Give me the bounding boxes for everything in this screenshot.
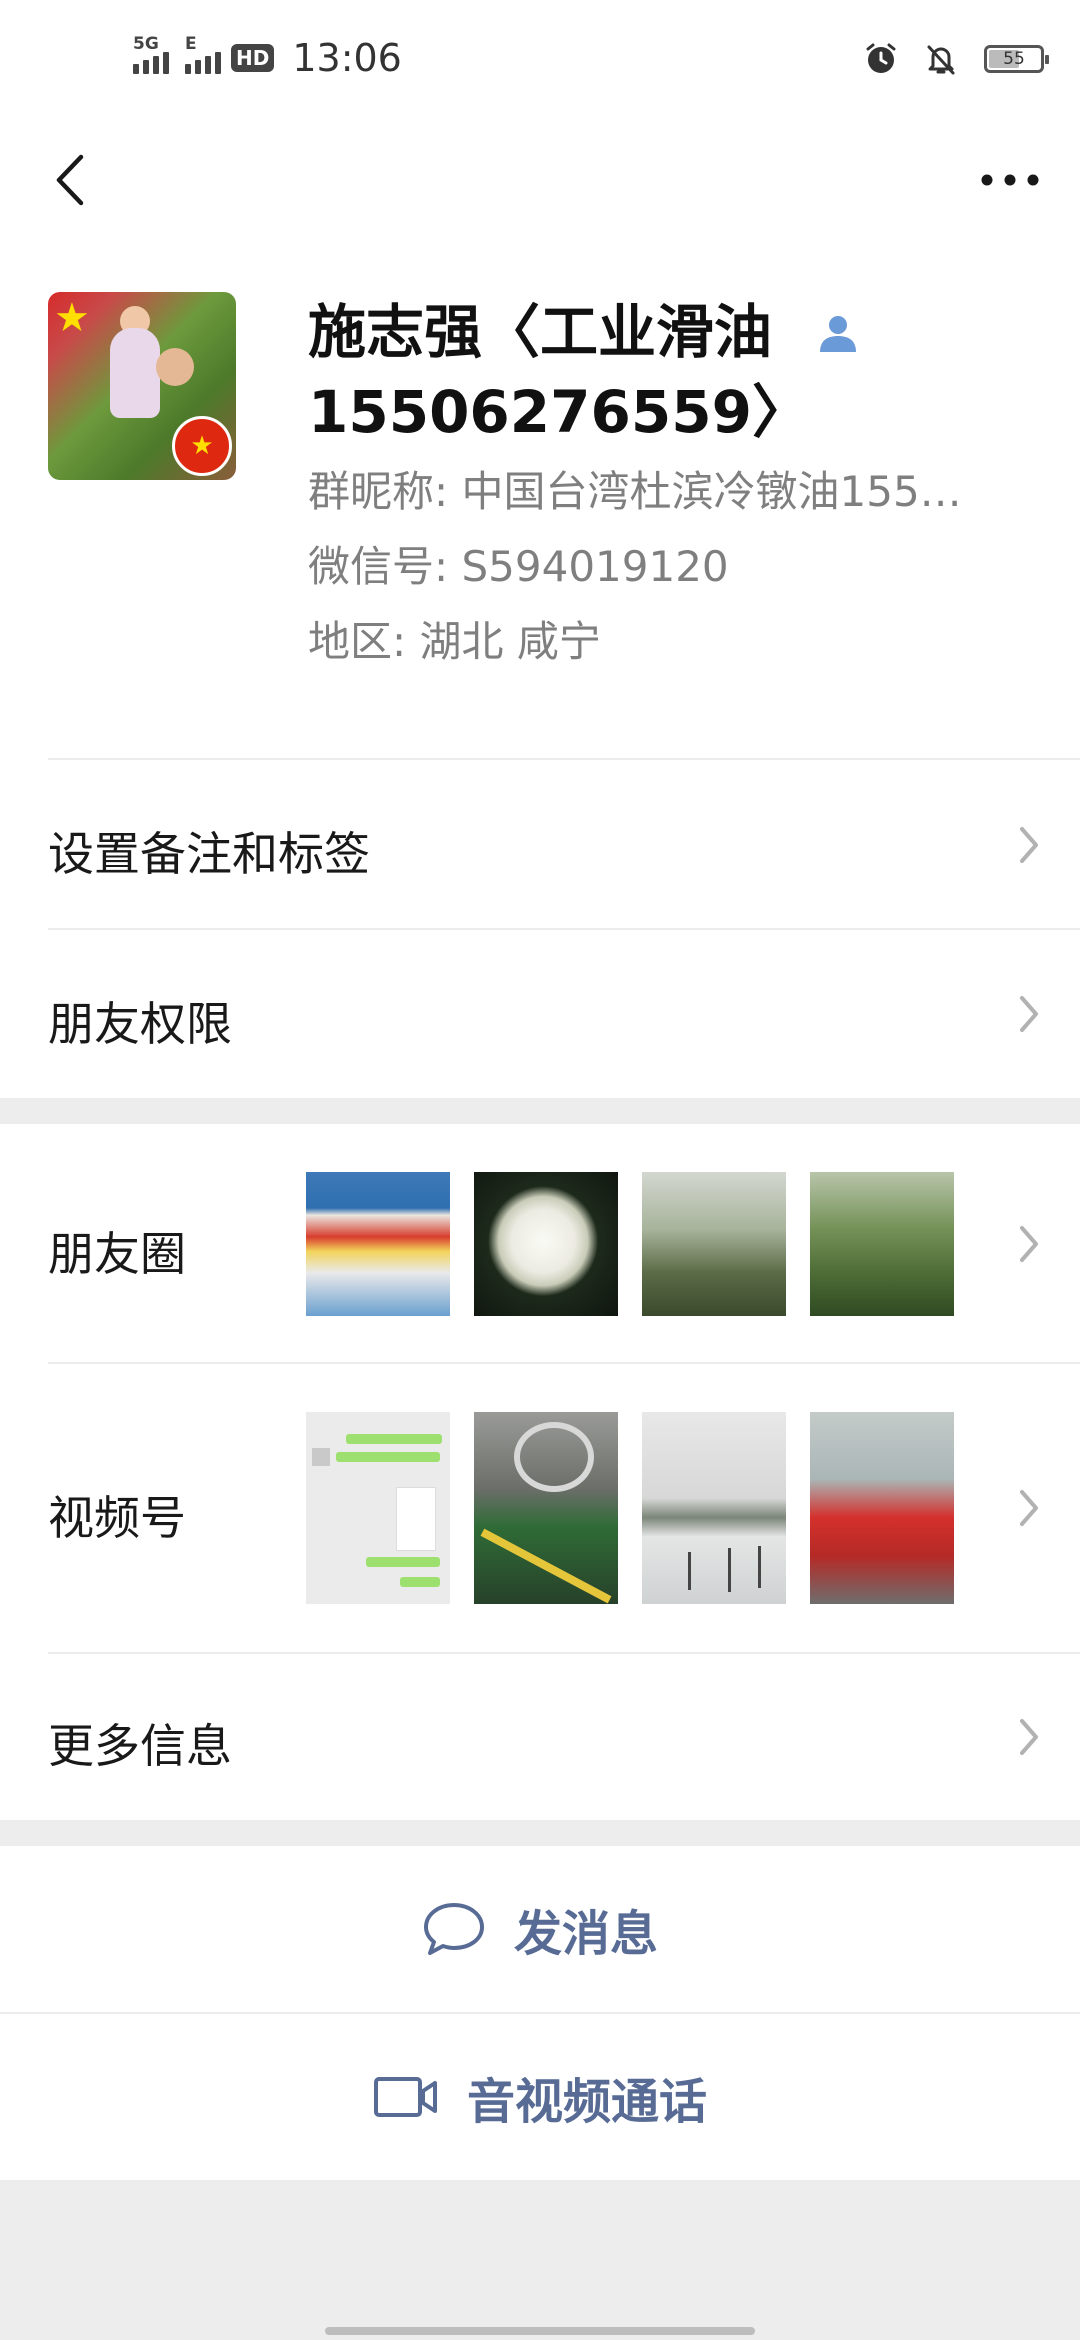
chevron-right-icon xyxy=(1020,827,1038,863)
mute-bell-icon xyxy=(927,45,955,75)
channels-thumbnail[interactable] xyxy=(642,1412,786,1604)
signal-5g-icon: 5G xyxy=(133,34,169,74)
video-call-button[interactable]: 音视频通话 xyxy=(0,2014,1080,2180)
chat-bubble-icon xyxy=(423,1903,484,1955)
avatar[interactable]: ★ ★ xyxy=(48,292,236,480)
moments-row[interactable]: 朋友圈 xyxy=(0,1124,1080,1364)
moments-thumbnail[interactable] xyxy=(642,1172,786,1316)
video-camera-icon xyxy=(373,2077,437,2117)
send-message-label: 发消息 xyxy=(513,1906,658,1962)
video-call-label: 音视频通话 xyxy=(466,2074,707,2130)
moments-thumbnail[interactable] xyxy=(306,1172,450,1316)
remarks-label: 设置备注和标签 xyxy=(48,827,370,881)
moments-thumbnails[interactable] xyxy=(306,1172,954,1316)
status-left: 5G E HD 13:06 xyxy=(133,34,402,80)
channels-thumbnail[interactable] xyxy=(474,1412,618,1604)
remarks-row[interactable]: 设置备注和标签 xyxy=(0,760,1080,930)
flag-star-icon: ★ xyxy=(54,295,90,341)
status-bar: 5G E HD 13:06 55 xyxy=(0,0,1080,120)
channels-label: 视频号 xyxy=(48,1491,186,1545)
more-button[interactable] xyxy=(970,140,1050,220)
battery-icon: 55 xyxy=(984,45,1049,73)
group-nickname: 群昵称: 中国台湾杜滨冷镦油155… xyxy=(308,467,962,516)
home-indicator[interactable] xyxy=(325,2327,755,2335)
send-message-button[interactable]: 发消息 xyxy=(0,1846,1080,2012)
ellipsis-icon xyxy=(981,174,1039,186)
moments-thumbnail[interactable] xyxy=(474,1172,618,1316)
alarm-icon xyxy=(866,43,896,73)
chevron-right-icon xyxy=(1020,1719,1038,1755)
permissions-row[interactable]: 朋友权限 xyxy=(0,930,1080,1098)
status-time: 13:06 xyxy=(292,36,402,80)
chevron-left-icon xyxy=(56,154,84,206)
network-type-e: E xyxy=(185,34,197,54)
channels-thumbnail[interactable] xyxy=(810,1412,954,1604)
flag-badge-icon: ★ xyxy=(172,416,232,476)
hd-voice-icon: HD xyxy=(231,44,275,72)
back-button[interactable] xyxy=(30,140,110,220)
region: 地区: 湖北 咸宁 xyxy=(308,617,601,666)
more-info-label: 更多信息 xyxy=(48,1719,232,1773)
profile-name-text: 施志强〈工业滑油15506276559〉 xyxy=(308,298,810,446)
moments-label: 朋友圈 xyxy=(48,1227,186,1281)
chevron-right-icon xyxy=(1020,1490,1038,1526)
signal-e-icon: E xyxy=(185,34,221,74)
moments-thumbnail[interactable] xyxy=(810,1172,954,1316)
profile-name: 施志强〈工业滑油15506276559〉 xyxy=(308,292,1028,452)
battery-level: 55 xyxy=(1003,49,1025,69)
network-type-5g: 5G xyxy=(133,34,159,54)
chevron-right-icon xyxy=(1020,1226,1038,1262)
channels-row[interactable]: 视频号 xyxy=(0,1364,1080,1654)
permissions-label: 朋友权限 xyxy=(48,997,232,1051)
channels-thumbnails[interactable] xyxy=(306,1412,954,1604)
channels-thumbnail[interactable] xyxy=(306,1412,450,1604)
contact-person-icon xyxy=(820,316,856,352)
profile-header: ★ ★ 施志强〈工业滑油15506276559〉 群昵称: 中国台湾杜滨冷镦油1… xyxy=(0,240,1080,760)
status-right: 55 xyxy=(864,42,1049,76)
chevron-right-icon xyxy=(1020,996,1038,1032)
nav-bar xyxy=(0,120,1080,240)
more-info-row[interactable]: 更多信息 xyxy=(0,1654,1080,1820)
wechat-id: 微信号: S594019120 xyxy=(308,542,729,591)
